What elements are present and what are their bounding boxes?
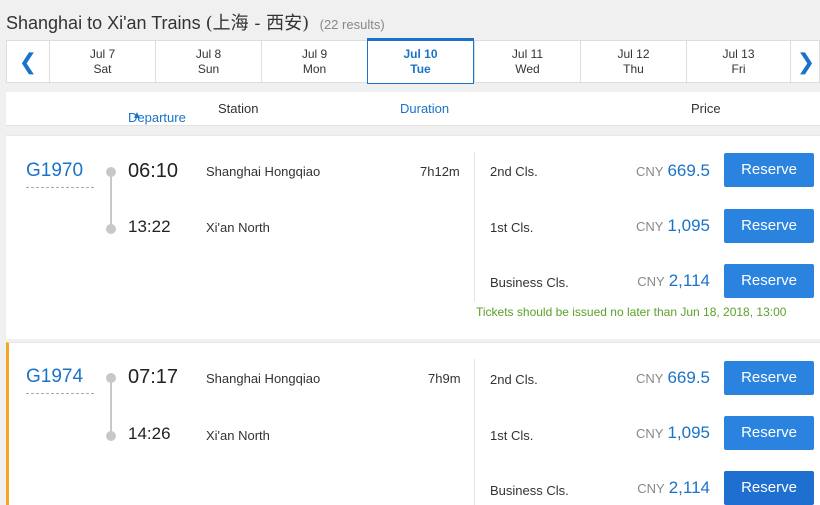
train-number[interactable]: G1970 (26, 160, 94, 188)
fare-price: CNY 669.5 (636, 161, 710, 180)
column-headers: Departure ▲︎ Station Duration Price (6, 92, 820, 126)
fare-class: Business Cls. (490, 483, 569, 498)
page-title-cn: (上海 - 西安) (205, 13, 310, 34)
date-label: Jul 8 (195, 47, 222, 61)
date-tab-6[interactable]: Jul 13 Fri (686, 41, 791, 82)
date-tab-selected[interactable]: Jul 10 Tue (367, 38, 474, 84)
arrival-station: Xi'an North (206, 220, 270, 235)
divider (474, 359, 475, 505)
weekday-label: Fri (731, 62, 746, 76)
fare-class: 2nd Cls. (490, 372, 538, 387)
weekday-label: Wed (515, 62, 540, 76)
results-count: (22 results) (319, 17, 385, 32)
currency: CNY (636, 371, 664, 386)
arrival-station: Xi'an North (206, 428, 270, 443)
reserve-button[interactable]: Reserve (724, 264, 814, 298)
currency: CNY (637, 274, 665, 289)
fare-class: 1st Cls. (490, 220, 534, 235)
page-title: Shanghai to Xi'an Trains (上海 - 西安) (6, 13, 310, 34)
train-number[interactable]: G1974 (26, 366, 94, 394)
route-line (110, 382, 112, 434)
price-header: Price (691, 101, 721, 116)
date-tab-4[interactable]: Jul 11 Wed (474, 41, 580, 82)
duration-header[interactable]: Duration (400, 101, 449, 116)
date-tab-2[interactable]: Jul 9 Mon (261, 41, 367, 82)
fare-price: CNY 669.5 (636, 368, 710, 387)
sort-icon: ▲︎ (132, 110, 142, 121)
fare-class: 2nd Cls. (490, 164, 538, 179)
train-card: G1970 06:10 13:22 Shanghai Hongqiao Xi'a… (6, 135, 820, 339)
date-label: Jul 11 (511, 47, 544, 61)
reserve-button[interactable]: Reserve (724, 416, 814, 450)
date-tab-5[interactable]: Jul 12 Thu (580, 41, 686, 82)
date-label: Jul 7 (89, 47, 116, 61)
route-line (110, 176, 112, 226)
weekday-label: Mon (302, 62, 327, 76)
currency: CNY (636, 426, 664, 441)
reserve-button[interactable]: Reserve (724, 361, 814, 395)
trip-duration: 7h12m (420, 164, 460, 179)
fare-price: CNY 2,114 (637, 271, 710, 290)
train-card: G1974 07:17 14:26 Shanghai Hongqiao Xi'a… (6, 342, 820, 505)
reserve-button[interactable]: Reserve (724, 471, 814, 505)
fare-class: Business Cls. (490, 275, 569, 290)
departure-station: Shanghai Hongqiao (206, 164, 321, 179)
fare-class: 1st Cls. (490, 428, 534, 443)
weekday-label: Sun (197, 62, 220, 76)
divider (474, 152, 475, 302)
currency: CNY (636, 219, 664, 234)
chevron-right-icon[interactable]: ❯ (791, 41, 820, 82)
departure-time: 07:17 (128, 366, 179, 388)
departure-station: Shanghai Hongqiao (206, 371, 321, 386)
departure-time: 06:10 (128, 160, 179, 182)
weekday-label: Thu (623, 62, 644, 76)
trip-duration: 7h9m (428, 371, 461, 386)
fare-price: CNY 2,114 (637, 478, 710, 497)
reserve-button[interactable]: Reserve (724, 153, 814, 187)
currency: CNY (637, 481, 665, 496)
reserve-button[interactable]: Reserve (724, 209, 814, 243)
date-label: Jul 12 (617, 47, 650, 61)
fare-price: CNY 1,095 (636, 423, 710, 442)
date-label: Jul 13 (722, 47, 755, 61)
arrival-time: 14:26 (128, 424, 171, 443)
page-header: Shanghai to Xi'an Trains (上海 - 西安) (22 r… (0, 0, 820, 40)
arrival-dot (106, 224, 116, 234)
currency: CNY (636, 164, 664, 179)
date-selector: ❮ Jul 7 Sat Jul 8 Sun Jul 9 Mon Jul 10 T… (6, 38, 820, 84)
date-tab-1[interactable]: Jul 8 Sun (155, 41, 261, 82)
date-tab-0[interactable]: Jul 7 Sat (49, 41, 155, 82)
ticketing-deadline-notice: Tickets should be issued no later than J… (476, 305, 787, 319)
weekday-label: Sat (93, 62, 112, 76)
date-label: Jul 9 (301, 47, 328, 61)
station-header: Station (218, 101, 259, 116)
date-label: Jul 10 (403, 47, 438, 61)
arrival-dot (106, 431, 116, 441)
page-title-en: Shanghai to Xi'an Trains (6, 13, 201, 33)
weekday-label: Tue (410, 62, 431, 76)
chevron-left-icon[interactable]: ❮ (7, 41, 49, 82)
arrival-time: 13:22 (128, 217, 171, 236)
fare-price: CNY 1,095 (636, 216, 710, 235)
